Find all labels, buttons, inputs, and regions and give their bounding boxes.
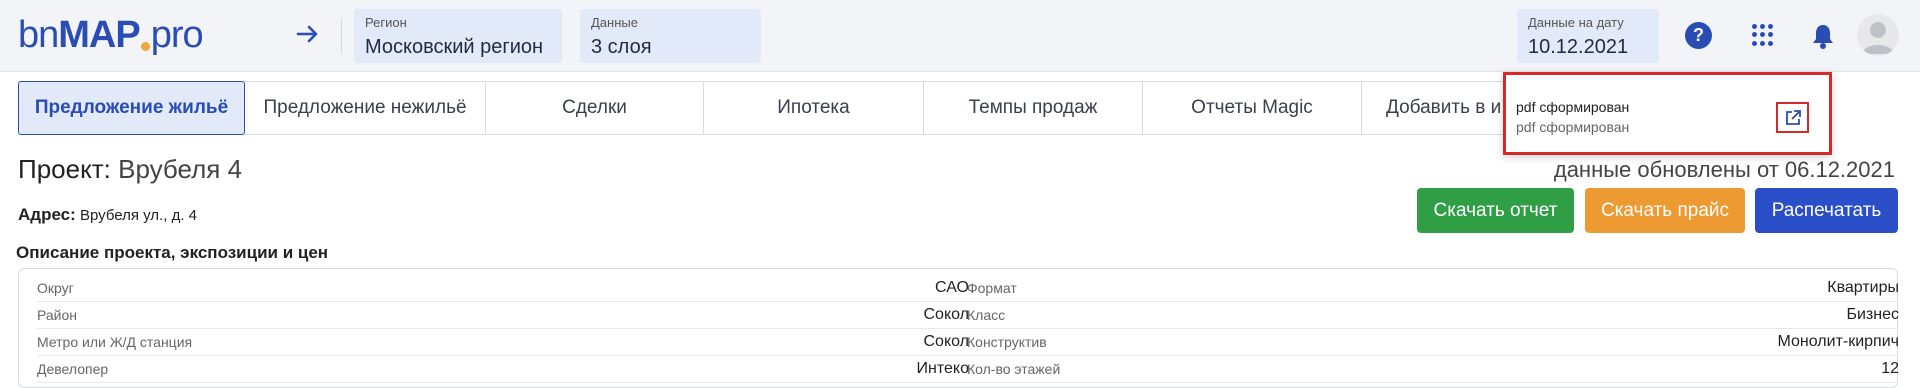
notification-subtitle: pdf сформирован [1516, 119, 1630, 135]
project-address: Адрес: Врубеля ул., д. 4 [18, 205, 197, 225]
user-avatar-icon[interactable] [1857, 14, 1899, 56]
download-price-button[interactable]: Скачать прайс [1585, 188, 1745, 233]
bell-icon[interactable] [1810, 22, 1840, 52]
tab-deals[interactable]: Сделки [486, 81, 704, 135]
data-value: 3 слоя [591, 36, 652, 58]
header-divider [341, 18, 342, 54]
info-value: 12 [1881, 360, 1899, 377]
data-updated-text: данные обновлены от 06.12.2021 [1553, 157, 1895, 182]
info-column-right: Формат Квартиры Класс Бизнес Конструктив… [967, 275, 1899, 383]
notification-popup: pdf сформирован pdf сформирован [1503, 72, 1832, 155]
info-key: Район [37, 307, 77, 323]
info-value: Сокол [923, 333, 969, 350]
apps-grid-icon[interactable] [1752, 24, 1774, 46]
info-row: Формат Квартиры [967, 275, 1899, 302]
tab-magic-reports[interactable]: Отчеты Magic [1143, 81, 1362, 135]
arrow-right-icon[interactable] [293, 20, 323, 52]
address-value: Врубеля ул., д. 4 [79, 207, 197, 224]
logo-text-bn: bn [18, 14, 59, 56]
data-label: Данные [591, 15, 638, 30]
info-row: Класс Бизнес [967, 302, 1899, 329]
logo[interactable]: bnMAP pro [18, 14, 204, 57]
region-label: Регион [365, 15, 407, 30]
info-value: САО [935, 279, 969, 296]
info-value: Монолит-кирпич [1777, 333, 1900, 350]
section-title: Описание проекта, экспозиции и цен [16, 243, 329, 262]
region-value: Московский регион [365, 36, 544, 58]
info-key: Округ [37, 280, 74, 296]
info-row: Район Сокол [37, 302, 969, 329]
info-key: Конструктив [967, 334, 1047, 350]
info-key: Формат [967, 280, 1017, 296]
info-key: Класс [967, 307, 1006, 323]
date-label: Данные на дату [1528, 15, 1624, 30]
info-value: Сокол [923, 306, 969, 323]
info-value: Интеко [916, 360, 969, 377]
project-name: Врубеля 4 [118, 154, 243, 184]
address-label: Адрес: [18, 205, 76, 224]
notification-title: pdf сформирован [1516, 99, 1630, 115]
region-selector[interactable]: Регион Московский регион [354, 9, 562, 63]
page-title: Проект: Врубеля 4 [18, 154, 242, 185]
tab-commercial-offer[interactable]: Предложение нежильё [245, 81, 486, 135]
info-value: Бизнес [1846, 306, 1899, 323]
info-row: Метро или Ж/Д станция Сокол [37, 329, 969, 356]
info-key: Кол-во этажей [967, 361, 1061, 377]
project-label: Проект: [18, 154, 111, 184]
logo-text-pro: pro [150, 14, 204, 56]
info-row: Округ САО [37, 275, 969, 302]
logo-pin-icon [140, 42, 150, 51]
help-icon[interactable]: ? [1685, 22, 1712, 49]
date-selector[interactable]: Данные на дату 10.12.2021 [1517, 9, 1659, 63]
download-report-button[interactable]: Скачать отчет [1417, 188, 1574, 233]
info-value: Квартиры [1827, 279, 1899, 296]
info-key: Метро или Ж/Д станция [37, 334, 193, 350]
print-button[interactable]: Распечатать [1755, 188, 1898, 233]
open-external-icon[interactable] [1776, 102, 1809, 133]
top-header: bnMAP pro Регион Московский регион Данные… [0, 0, 1920, 72]
info-key: Девелопер [37, 361, 109, 377]
date-value: 10.12.2021 [1528, 36, 1629, 58]
tab-mortgage[interactable]: Ипотека [704, 81, 924, 135]
info-column-left: Округ САО Район Сокол Метро или Ж/Д стан… [37, 275, 969, 383]
tab-sales-pace[interactable]: Темпы продаж [924, 81, 1143, 135]
tab-residential-offer[interactable]: Предложение жильё [18, 81, 245, 135]
logo-text-map: MAP [58, 14, 140, 56]
info-row: Конструктив Монолит-кирпич [967, 329, 1899, 356]
project-info-card: Округ САО Район Сокол Метро или Ж/Д стан… [18, 268, 1899, 388]
data-layers-selector[interactable]: Данные 3 слоя [580, 9, 761, 63]
